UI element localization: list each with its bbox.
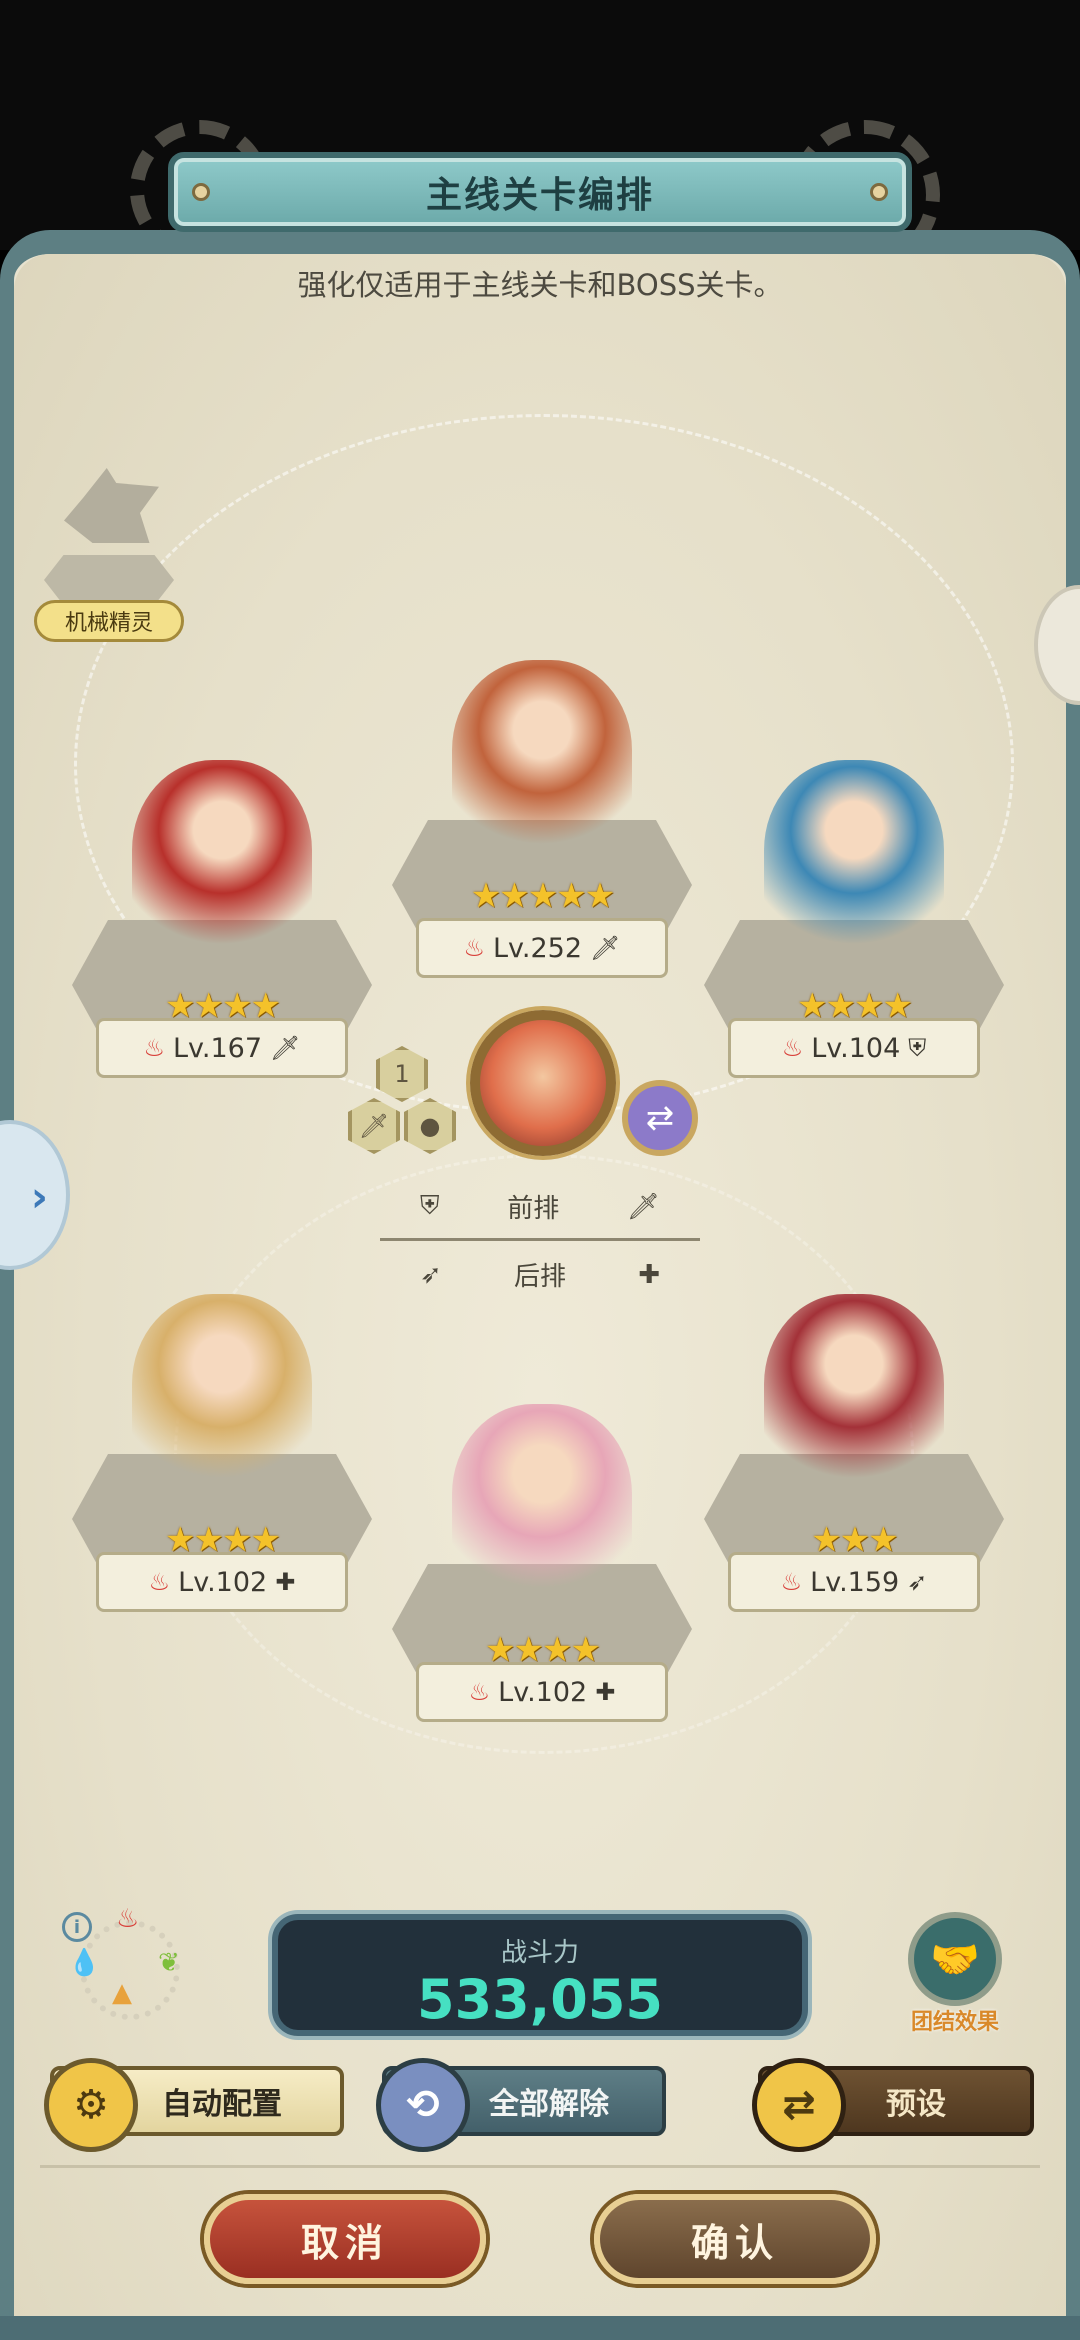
hero-portrait xyxy=(452,660,632,860)
page-title: 主线关卡编排 xyxy=(425,175,654,216)
water-element-icon: 💧 xyxy=(68,1948,101,1978)
title-plate: 主线关卡编排 xyxy=(168,152,912,232)
plus-icon: ✚ xyxy=(275,1568,296,1596)
row-divider xyxy=(380,1238,700,1241)
bottom-frame xyxy=(0,2316,1080,2340)
divider xyxy=(40,2165,1040,2168)
fire-element-icon: ♨ xyxy=(143,1034,165,1062)
shield-icon: ⛨ xyxy=(420,1191,440,1221)
plus-icon: ✚ xyxy=(595,1678,616,1706)
plus-icon: ✚ xyxy=(638,1259,660,1290)
spirit-pedestal xyxy=(44,555,174,605)
hero-portrait xyxy=(452,1404,632,1604)
element-wheel[interactable]: ♨ ❦ ▲ 💧 xyxy=(68,1904,180,2020)
preset-button[interactable]: ⇄ 预设 xyxy=(752,2058,1034,2152)
hero-level: Lv.104 xyxy=(811,1032,901,1064)
hero-slot-top-right[interactable]: ★★★★ ♨ Lv.104 ⛨ xyxy=(704,760,1004,1090)
hero-portrait xyxy=(132,760,312,960)
fire-element-icon: ♨ xyxy=(468,1678,491,1706)
fire-element-icon: ♨ xyxy=(463,934,485,962)
hero-level: Lv.252 xyxy=(493,932,583,964)
fire-element-icon: ♨ xyxy=(780,1568,803,1596)
page-subtitle: 强化仅适用于主线关卡和BOSS关卡。 xyxy=(297,268,783,302)
hero-slot-top-left[interactable]: ★★★★ ♨ Lv.167 🗡 xyxy=(72,760,372,1090)
fire-element-icon: ♨ xyxy=(781,1034,804,1062)
wind-element-icon: ❦ xyxy=(158,1948,180,1978)
rivet-icon xyxy=(870,183,888,201)
cancel-button[interactable]: 取消 xyxy=(204,2194,486,2284)
sword-icon: 🗡 xyxy=(270,1034,301,1062)
gear-icon: ⚙ xyxy=(44,2058,138,2152)
rivet-icon xyxy=(192,183,210,201)
clear-all-button[interactable]: ⟲ 全部解除 xyxy=(376,2058,666,2152)
leader-portrait[interactable] xyxy=(470,1010,616,1156)
hero-level-plate: ♨ Lv.252 🗡 xyxy=(416,918,668,978)
sword-skill-icon[interactable]: 🗡 xyxy=(348,1098,400,1154)
hero-level-plate: ♨ Lv.102 ✚ xyxy=(96,1552,348,1612)
mech-spirit-label: 机械精灵 xyxy=(34,600,184,642)
bow-icon: ➶ xyxy=(420,1259,442,1290)
unlink-icon: ⟲ xyxy=(376,2058,470,2152)
combat-power-panel: 战斗力 533,055 xyxy=(272,1914,808,2036)
hero-level-plate: ♨ Lv.167 🗡 xyxy=(96,1018,348,1078)
hero-level-plate: ♨ Lv.104 ⛨ xyxy=(728,1018,980,1078)
fire-element-icon: ♨ xyxy=(148,1568,171,1596)
shield-icon: ⛨ xyxy=(908,1034,927,1062)
confirm-button[interactable]: 确认 xyxy=(594,2194,876,2284)
hero-level: Lv.167 xyxy=(173,1032,263,1064)
hero-portrait xyxy=(764,760,944,960)
hero-slot-bottom-right[interactable]: ★★★ ♨ Lv.159 ➶ xyxy=(704,1294,1004,1624)
hero-stars: ★★★★★ xyxy=(470,876,615,916)
hero-level-plate: ♨ Lv.102 ✚ xyxy=(416,1662,668,1722)
combat-power-value: 533,055 xyxy=(417,1968,663,2031)
handshake-icon: 🤝 xyxy=(908,1912,1002,2006)
bow-icon: ➶ xyxy=(907,1568,928,1596)
leader-number-badge: 1 xyxy=(376,1046,428,1102)
hero-level: Lv.102 xyxy=(178,1566,268,1598)
swap-leader-button[interactable]: ⇄ xyxy=(622,1080,698,1156)
auto-assign-button[interactable]: ⚙ 自动配置 xyxy=(44,2058,344,2152)
front-row-label: ⛨ 前排 🗡 xyxy=(420,1191,660,1224)
chevron-right-icon: › xyxy=(30,1172,48,1221)
formation-center: 1 🗡 ● ⇄ ⛨ 前排 🗡 ➶ 后排 ✚ xyxy=(340,1010,740,1310)
swap-arrows-icon: ⇄ xyxy=(752,2058,846,2152)
hero-level: Lv.102 xyxy=(498,1676,588,1708)
mech-spirit-silhouette-icon xyxy=(64,468,159,543)
earth-element-icon: ▲ xyxy=(112,1978,132,2008)
back-row-label: ➶ 后排 ✚ xyxy=(420,1259,660,1293)
info-icon[interactable]: i xyxy=(62,1912,92,1942)
hero-slot-bottom-center[interactable]: ★★★★ ♨ Lv.102 ✚ xyxy=(392,1404,692,1734)
hero-slot-bottom-left[interactable]: ★★★★ ♨ Lv.102 ✚ xyxy=(72,1294,372,1624)
bond-effect-label: 团结效果 xyxy=(910,2010,999,2035)
combat-power-label: 战斗力 xyxy=(500,1938,579,1968)
mech-spirit-slot[interactable]: 机械精灵 xyxy=(34,460,184,650)
hero-portrait xyxy=(132,1294,312,1494)
hero-slot-top-center[interactable]: ★★★★★ ♨ Lv.252 🗡 xyxy=(392,660,692,990)
orb-skill-icon[interactable]: ● xyxy=(404,1098,456,1154)
sword-icon: 🗡 xyxy=(626,1191,660,1222)
hero-level: Lv.159 xyxy=(810,1566,900,1598)
hero-portrait xyxy=(764,1294,944,1494)
sword-icon: 🗡 xyxy=(590,934,621,962)
hero-level-plate: ♨ Lv.159 ➶ xyxy=(728,1552,980,1612)
bond-effect-button[interactable]: 🤝 团结效果 xyxy=(900,1912,1010,2035)
fire-element-icon: ♨ xyxy=(116,1904,140,1934)
